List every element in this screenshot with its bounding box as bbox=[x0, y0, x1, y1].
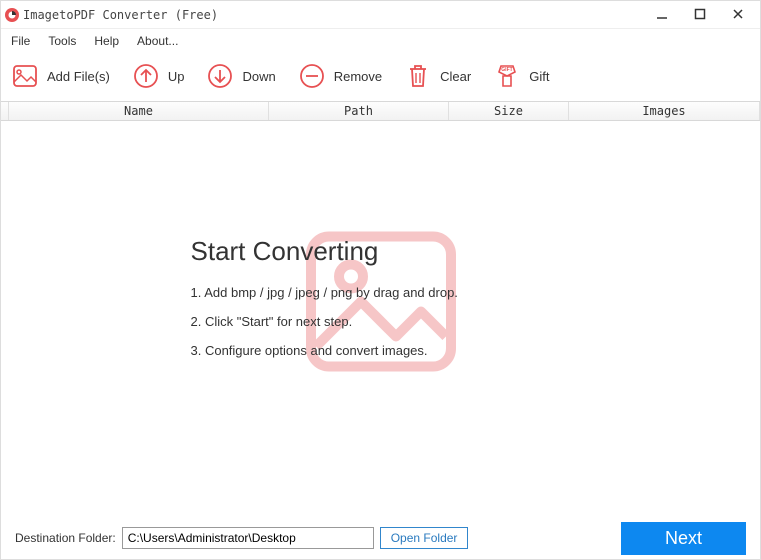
down-label: Down bbox=[242, 69, 275, 84]
svg-text:GIFT: GIFT bbox=[502, 67, 513, 73]
placeholder-text: Start Converting 1. Add bmp / jpg / jpeg… bbox=[191, 236, 571, 358]
header-images[interactable]: Images bbox=[569, 102, 760, 120]
trash-icon bbox=[404, 62, 432, 90]
clear-button[interactable]: Clear bbox=[404, 62, 471, 90]
menu-help[interactable]: Help bbox=[94, 34, 119, 48]
add-files-button[interactable]: Add File(s) bbox=[11, 62, 110, 90]
close-button[interactable] bbox=[728, 7, 748, 23]
add-files-label: Add File(s) bbox=[47, 69, 110, 84]
remove-button[interactable]: Remove bbox=[298, 62, 382, 90]
header-name[interactable]: Name bbox=[9, 102, 269, 120]
menubar: File Tools Help About... bbox=[1, 29, 760, 53]
destination-label: Destination Folder: bbox=[15, 531, 116, 545]
arrow-up-icon bbox=[132, 62, 160, 90]
window-title: ImagetoPDF Converter (Free) bbox=[23, 8, 218, 22]
toolbar: Add File(s) Up Down Remove Clear GIFT Gi… bbox=[1, 55, 760, 97]
remove-label: Remove bbox=[334, 69, 382, 84]
header-spacer bbox=[1, 102, 9, 120]
placeholder-step2: 2. Click "Start" for next step. bbox=[191, 314, 571, 329]
placeholder-step1: 1. Add bmp / jpg / jpeg / png by drag an… bbox=[191, 285, 571, 300]
placeholder-heading: Start Converting bbox=[191, 236, 571, 267]
menu-about[interactable]: About... bbox=[137, 34, 178, 48]
gift-icon: GIFT bbox=[493, 62, 521, 90]
gift-button[interactable]: GIFT Gift bbox=[493, 62, 549, 90]
maximize-button[interactable] bbox=[690, 7, 710, 23]
gift-label: Gift bbox=[529, 69, 549, 84]
menu-file[interactable]: File bbox=[11, 34, 30, 48]
table-headers: Name Path Size Images bbox=[1, 101, 760, 121]
image-icon bbox=[11, 62, 39, 90]
titlebar: ImagetoPDF Converter (Free) bbox=[1, 1, 760, 29]
open-folder-button[interactable]: Open Folder bbox=[380, 527, 469, 549]
arrow-down-icon bbox=[206, 62, 234, 90]
window-controls bbox=[652, 7, 756, 23]
header-size[interactable]: Size bbox=[449, 102, 569, 120]
down-button[interactable]: Down bbox=[206, 62, 275, 90]
content-area[interactable]: Start Converting 1. Add bmp / jpg / jpeg… bbox=[1, 121, 760, 487]
placeholder: Start Converting 1. Add bmp / jpg / jpeg… bbox=[191, 236, 571, 372]
next-button[interactable]: Next bbox=[621, 522, 746, 555]
clear-label: Clear bbox=[440, 69, 471, 84]
minimize-button[interactable] bbox=[652, 7, 672, 23]
bottombar: Destination Folder: Open Folder Next bbox=[1, 517, 760, 559]
app-icon bbox=[5, 8, 19, 22]
menu-tools[interactable]: Tools bbox=[48, 34, 76, 48]
up-button[interactable]: Up bbox=[132, 62, 185, 90]
placeholder-step3: 3. Configure options and convert images. bbox=[191, 343, 571, 358]
header-path[interactable]: Path bbox=[269, 102, 449, 120]
destination-input[interactable] bbox=[122, 527, 374, 549]
up-label: Up bbox=[168, 69, 185, 84]
minus-icon bbox=[298, 62, 326, 90]
